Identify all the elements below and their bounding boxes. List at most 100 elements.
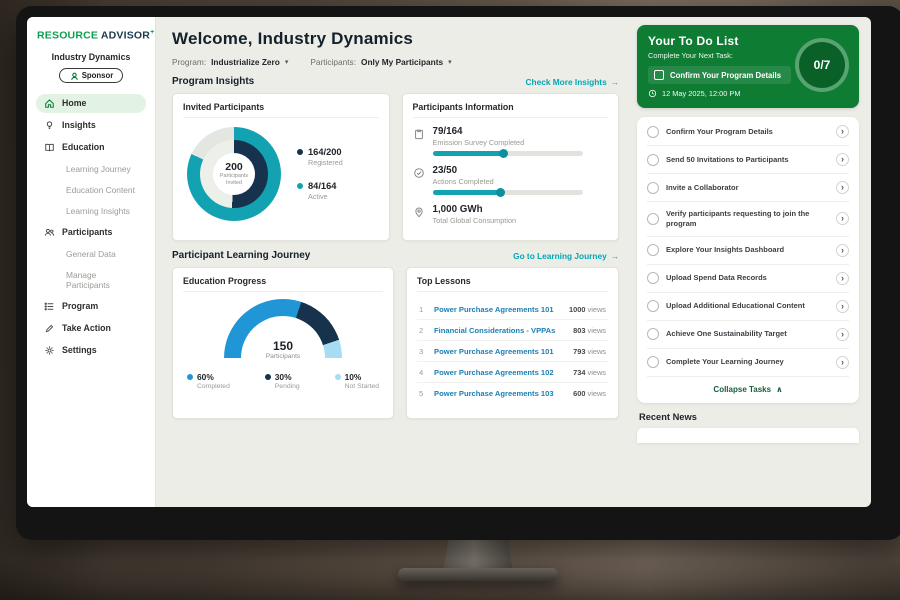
todo-title: Your To Do List: [648, 34, 791, 48]
chevron-right-icon[interactable]: ›: [836, 212, 849, 225]
go-to-learning-journey-link[interactable]: Go to Learning Journey →: [513, 251, 619, 261]
collapse-tasks-link[interactable]: Collapse Tasks ∧: [647, 377, 849, 401]
task-row[interactable]: Invite a Collaborator ›: [647, 174, 849, 202]
lesson-views-value: 734: [573, 368, 585, 377]
lesson-link[interactable]: Power Purchase Agreements 101: [434, 347, 566, 356]
recent-news-card: [637, 428, 859, 443]
sidebar-item-take-action[interactable]: Take Action: [36, 319, 146, 338]
sponsor-badge[interactable]: Sponsor: [59, 68, 124, 83]
check-more-insights-link[interactable]: Check More Insights →: [526, 77, 619, 87]
progress-bar: [433, 190, 583, 195]
todo-next-task[interactable]: Confirm Your Program Details: [648, 66, 791, 84]
checkbox-icon[interactable]: [647, 154, 659, 166]
sidebar-item-learning-insights[interactable]: Learning Insights: [36, 202, 146, 220]
info-value: 23/50: [433, 165, 583, 176]
task-row[interactable]: Complete Your Learning Journey ›: [647, 349, 849, 377]
lesson-views-value: 600: [573, 389, 585, 398]
checkbox-icon[interactable]: [647, 244, 659, 256]
sidebar-item-general-data[interactable]: General Data: [36, 245, 146, 263]
home-icon: [44, 98, 55, 109]
sidebar-item-education[interactable]: Education: [36, 138, 146, 157]
task-row[interactable]: Explore Your Insights Dashboard ›: [647, 237, 849, 265]
arrow-right-icon: →: [611, 77, 619, 87]
legend-value: 10%: [345, 372, 362, 382]
lesson-row: 5 Power Purchase Agreements 103 600 view…: [417, 383, 608, 403]
checkbox-icon[interactable]: [647, 213, 659, 225]
task-row[interactable]: Verify participants requesting to join t…: [647, 202, 849, 237]
legend-label: Active: [308, 193, 343, 202]
checkbox-icon[interactable]: [647, 272, 659, 284]
info-label: Actions Completed: [433, 177, 583, 186]
lesson-row: 4 Power Purchase Agreements 102 734 view…: [417, 362, 608, 383]
chevron-right-icon[interactable]: ›: [836, 356, 849, 369]
invited-participants-card: Invited Participants 200 Participants In…: [172, 93, 390, 241]
section-title-recent-news: Recent News: [639, 412, 857, 422]
sidebar-item-learning-journey[interactable]: Learning Journey: [36, 160, 146, 178]
education-center-label: Participants: [224, 353, 342, 360]
chevron-right-icon[interactable]: ›: [836, 125, 849, 138]
participants-select[interactable]: Participants: Only My Participants ▾: [310, 57, 451, 67]
task-row[interactable]: Upload Spend Data Records ›: [647, 265, 849, 293]
education-gauge-chart: 150 Participants: [224, 299, 342, 358]
task-row[interactable]: Upload Additional Educational Content ›: [647, 293, 849, 321]
sidebar-item-education-content[interactable]: Education Content: [36, 181, 146, 199]
task-row[interactable]: Achieve One Sustainability Target ›: [647, 321, 849, 349]
invited-donut-body: 200 Participants Invited 164/200: [183, 125, 379, 221]
checkbox-icon[interactable]: [647, 182, 659, 194]
sidebar-item-label: Education Content: [66, 185, 135, 195]
task-row[interactable]: Send 50 Invitations to Participants ›: [647, 146, 849, 174]
go-to-learning-journey-label: Go to Learning Journey: [513, 251, 607, 261]
sidebar-item-home[interactable]: Home: [36, 94, 146, 113]
chevron-right-icon[interactable]: ›: [836, 300, 849, 313]
map-pin-icon: [413, 206, 425, 218]
checkbox-icon[interactable]: [647, 126, 659, 138]
sidebar-item-program[interactable]: Program: [36, 297, 146, 316]
learning-journey-header: Participant Learning Journey Go to Learn…: [172, 250, 619, 261]
sidebar: RESOURCE ADVISOR+ Industry Dynamics Spon…: [27, 17, 156, 507]
legend-value: 164/200: [308, 147, 342, 158]
program-select[interactable]: Program: Industrialize Zero ▾: [172, 57, 288, 67]
person-icon: [69, 71, 78, 80]
info-label: Emission Survey Completed: [433, 138, 583, 147]
sidebar-item-settings[interactable]: Settings: [36, 341, 146, 360]
chevron-right-icon[interactable]: ›: [836, 181, 849, 194]
sidebar-item-label: Participants: [62, 227, 112, 237]
chevron-right-icon[interactable]: ›: [836, 244, 849, 257]
section-title-learning-journey: Participant Learning Journey: [172, 250, 310, 261]
sidebar-item-insights[interactable]: Insights: [36, 116, 146, 135]
checkbox-icon[interactable]: [647, 356, 659, 368]
sidebar-nav: Home Insights Education Learning Journey: [27, 93, 155, 369]
lesson-row: 3 Power Purchase Agreements 101 793 view…: [417, 341, 608, 362]
filter-bar: Program: Industrialize Zero ▾ Participan…: [172, 57, 619, 67]
check-circle-icon: [413, 167, 425, 179]
lesson-rank: 3: [419, 347, 427, 356]
sidebar-item-participants[interactable]: Participants: [36, 223, 146, 242]
task-row[interactable]: Confirm Your Program Details ›: [647, 118, 849, 146]
pencil-icon: [44, 323, 55, 334]
checkbox-icon[interactable]: [647, 328, 659, 340]
legend-value: 60%: [197, 372, 214, 382]
lesson-link[interactable]: Power Purchase Agreements 103: [434, 389, 566, 398]
lesson-link[interactable]: Financial Considerations - VPPAs: [434, 326, 566, 335]
chevron-right-icon[interactable]: ›: [836, 328, 849, 341]
todo-summary-card: Your To Do List Complete Your Next Task:…: [637, 25, 859, 108]
card-title: Participants Information: [413, 102, 609, 118]
lesson-link[interactable]: Power Purchase Agreements 102: [434, 368, 566, 377]
brand-name-primary: RESOURCE: [37, 30, 98, 42]
people-icon: [44, 227, 55, 238]
app-window: RESOURCE ADVISOR+ Industry Dynamics Spon…: [27, 17, 871, 507]
sponsor-badge-label: Sponsor: [82, 71, 114, 80]
sponsor-badge-wrap: Sponsor: [27, 67, 155, 85]
chevron-right-icon[interactable]: ›: [836, 272, 849, 285]
collapse-tasks-label: Collapse Tasks: [713, 385, 771, 394]
section-title-program-insights: Program Insights: [172, 76, 254, 87]
lesson-views-value: 803: [573, 326, 585, 335]
participants-information-card: Participants Information 79/164 Emission…: [402, 93, 620, 241]
sidebar-item-manage-participants[interactable]: Manage Participants: [36, 266, 146, 294]
checkbox-icon[interactable]: [647, 300, 659, 312]
chevron-right-icon[interactable]: ›: [836, 153, 849, 166]
checkbox-icon[interactable]: [654, 70, 664, 80]
lesson-rank: 4: [419, 368, 427, 377]
lesson-link[interactable]: Power Purchase Agreements 101: [434, 305, 562, 314]
participants-information-rows: 79/164 Emission Survey Completed 23/50 A…: [413, 125, 609, 225]
